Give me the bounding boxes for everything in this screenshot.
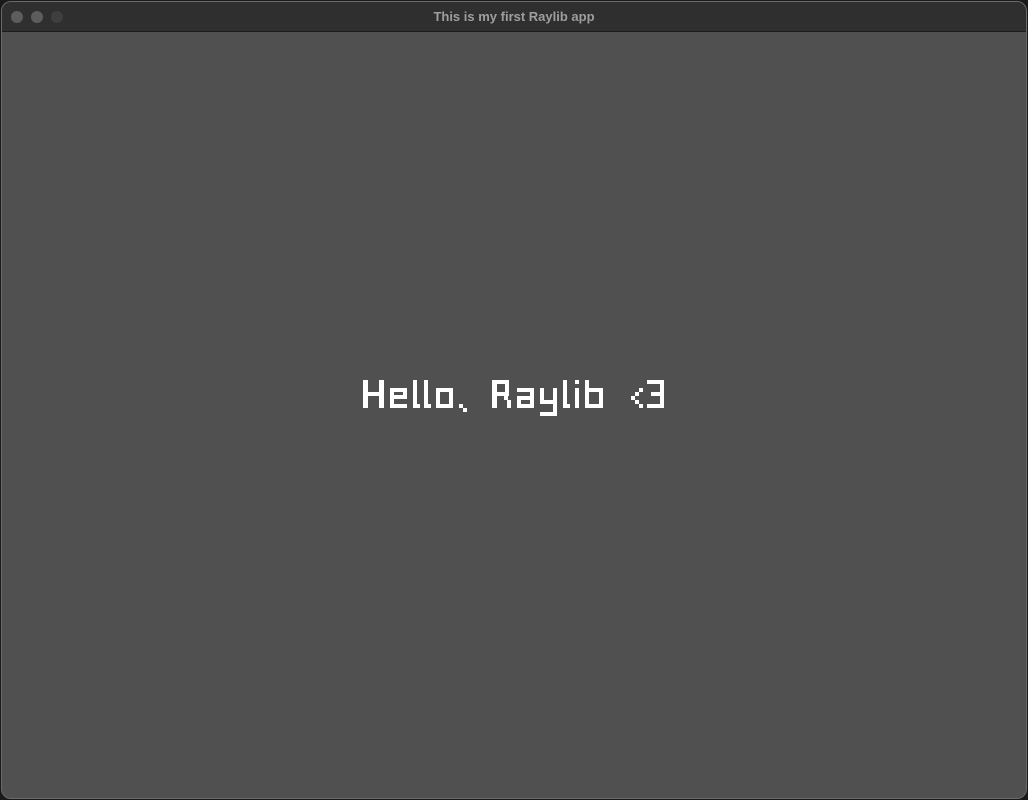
- glyph-i: [575, 380, 579, 408]
- window-title: This is my first Raylib app: [433, 9, 595, 24]
- hello-message: [363, 371, 673, 419]
- glyph-l: [413, 380, 420, 408]
- glyph-y: [540, 388, 557, 416]
- glyph-H: [363, 380, 384, 408]
- glyph-e: [390, 388, 407, 408]
- glyph-less-than: [631, 388, 643, 408]
- app-window: This is my first Raylib app: [1, 1, 1027, 799]
- glyph-o: [436, 388, 453, 408]
- glyph-R: [492, 380, 511, 408]
- hello-message-pixel-text: [363, 380, 664, 416]
- glyph-a: [517, 388, 534, 408]
- glyph-l-3: [563, 380, 570, 408]
- glyph-comma: [459, 404, 467, 412]
- glyph-l-2: [424, 380, 431, 408]
- raylib-canvas: [2, 32, 1026, 798]
- glyph-b: [585, 380, 603, 408]
- glyph-3: [647, 380, 664, 408]
- title-bar[interactable]: This is my first Raylib app: [2, 2, 1026, 32]
